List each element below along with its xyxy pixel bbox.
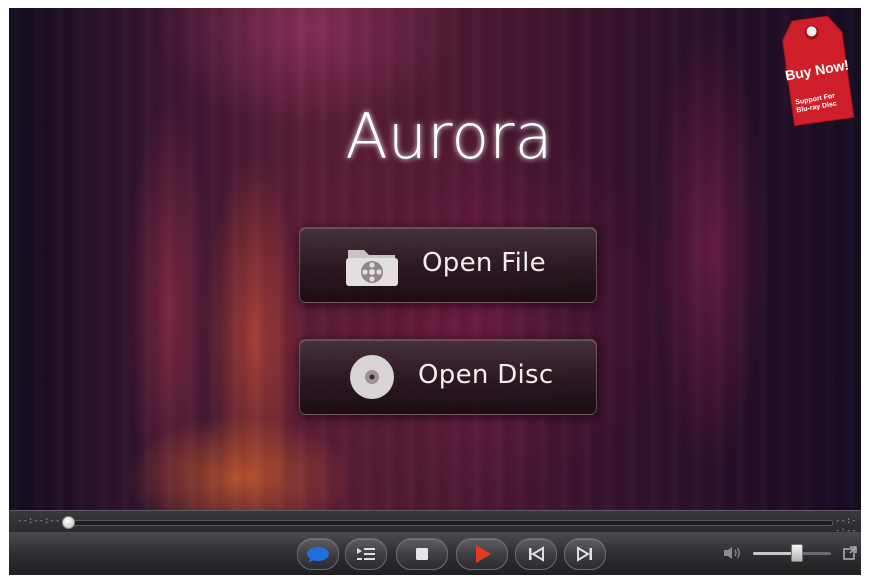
disc-icon	[350, 355, 394, 399]
speech-bubble-icon	[307, 547, 329, 563]
play-icon	[476, 545, 491, 563]
playlist-icon	[357, 548, 375, 560]
fullscreen-icon[interactable]	[843, 546, 857, 560]
stop-icon	[416, 548, 428, 560]
previous-button[interactable]	[515, 538, 557, 570]
seek-bar-area: --:--:-- --:--:--	[9, 510, 861, 536]
open-disc-label: Open Disc	[418, 360, 554, 390]
folder-film-icon	[346, 250, 398, 286]
control-bar	[9, 532, 861, 575]
stop-button[interactable]	[396, 538, 448, 570]
volume-icon[interactable]	[722, 545, 742, 561]
seek-handle[interactable]	[62, 516, 75, 529]
volume-slider-handle[interactable]	[790, 544, 803, 562]
subtitle-button[interactable]	[297, 538, 339, 570]
elapsed-time: --:--:--	[17, 516, 61, 526]
skip-next-icon	[577, 546, 592, 562]
next-button[interactable]	[564, 538, 606, 570]
open-disc-button[interactable]: Open Disc	[299, 339, 597, 415]
open-file-label: Open File	[422, 248, 546, 278]
logo-text: Aurora	[345, 100, 552, 173]
skip-previous-icon	[529, 546, 544, 562]
player-window: Aurora Open File Open Disc Buy Now! Supp…	[9, 8, 861, 575]
volume-fill	[753, 552, 796, 555]
seek-track[interactable]	[63, 520, 833, 526]
play-button[interactable]	[456, 538, 508, 570]
aurora-logo: Aurora	[345, 100, 552, 173]
buy-now-tag[interactable]: Buy Now! Support For Blu-ray Disc	[777, 10, 857, 130]
playlist-button[interactable]	[345, 538, 387, 570]
open-file-button[interactable]: Open File	[299, 227, 597, 303]
